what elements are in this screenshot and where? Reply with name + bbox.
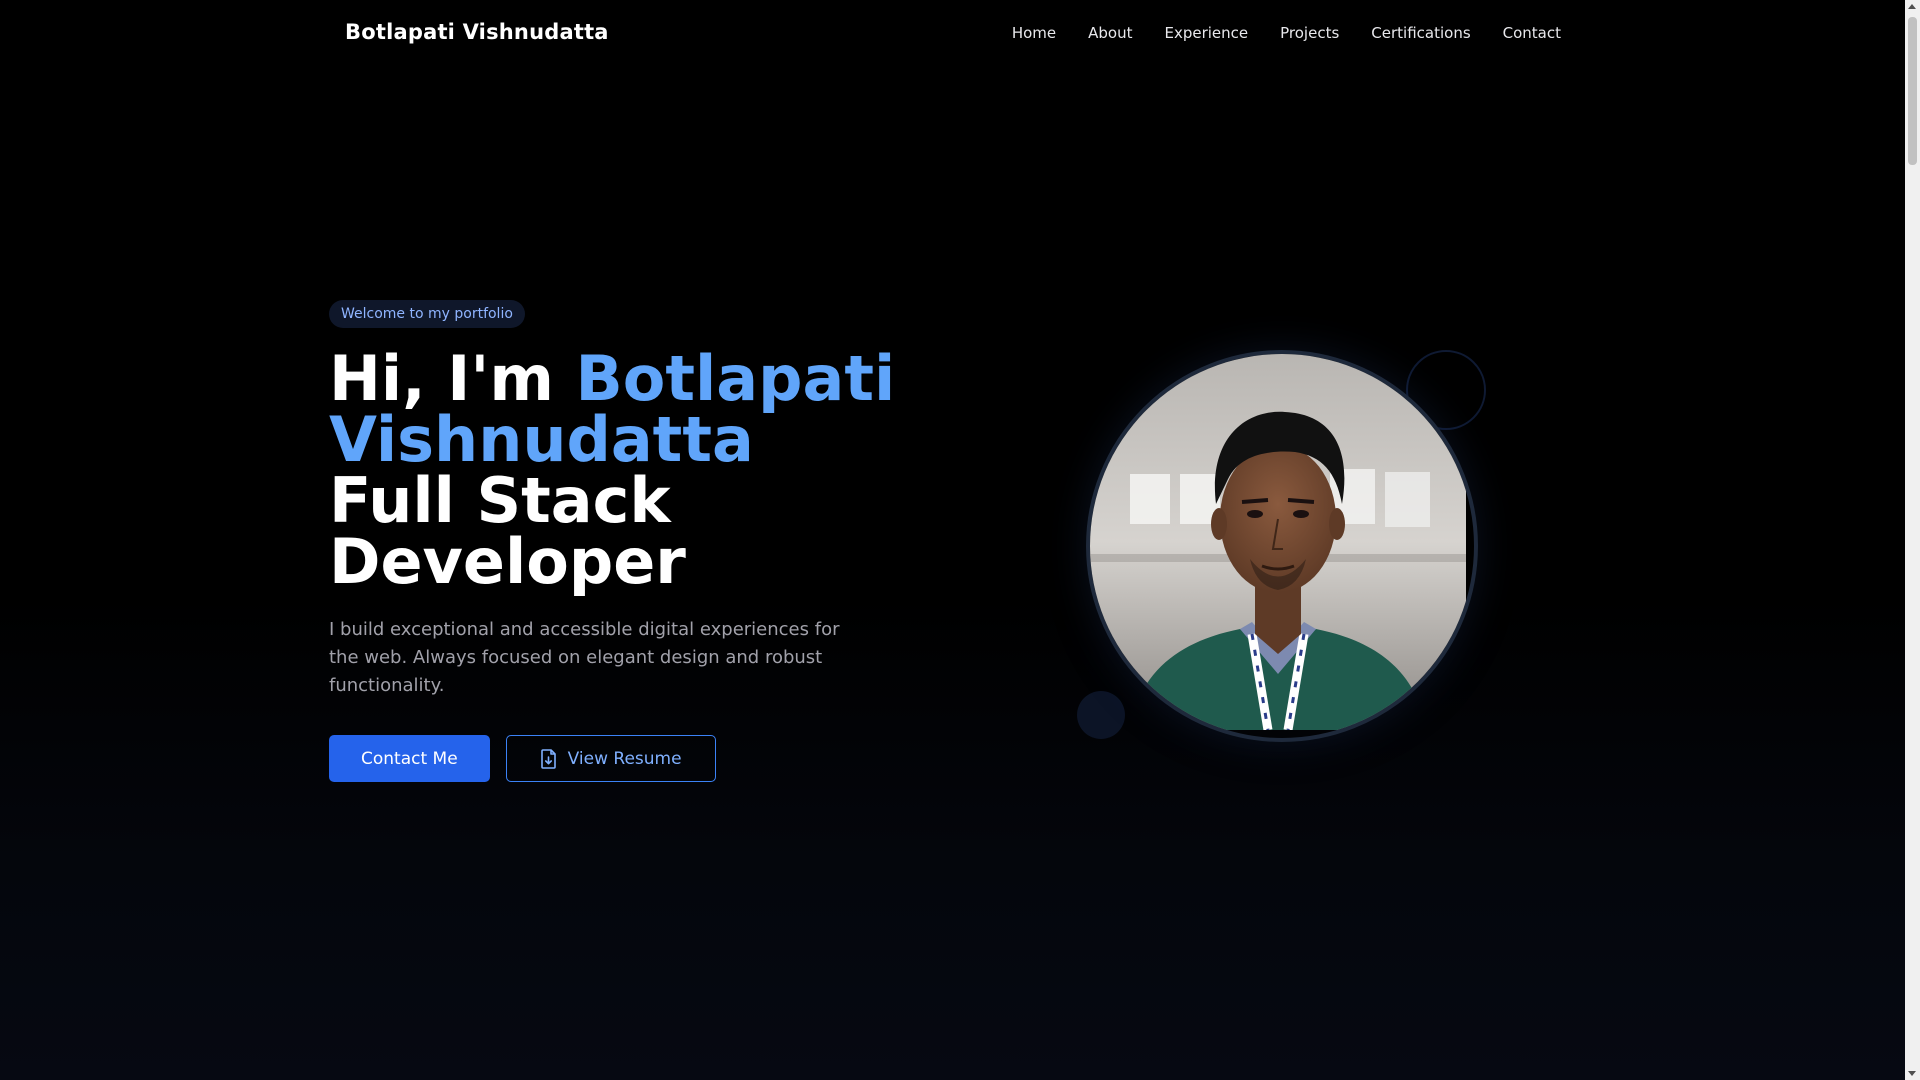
nav-link-projects[interactable]: Projects — [1280, 24, 1339, 42]
nav-link-experience[interactable]: Experience — [1164, 24, 1248, 42]
scroll-thumb[interactable] — [1908, 17, 1917, 165]
hero-intro: Welcome to my portfolio Hi, I'm Botlapat… — [329, 300, 929, 782]
view-resume-button[interactable]: View Resume — [505, 735, 716, 782]
nav-link-certifications[interactable]: Certifications — [1371, 24, 1470, 42]
role-line-2: Developer — [329, 525, 686, 598]
file-download-icon — [540, 748, 558, 769]
hero-description: I build exceptional and accessible digit… — [329, 619, 840, 696]
hero-buttons: Contact Me View Resume — [329, 735, 929, 782]
brand-logo[interactable]: Botlapati Vishnudatta — [345, 20, 609, 44]
page-scrollbar[interactable] — [1905, 0, 1920, 1080]
page: Botlapati Vishnudatta Home About Experie… — [0, 0, 1920, 1080]
navbar: Botlapati Vishnudatta Home About Experie… — [0, 0, 1905, 68]
nav-link-contact[interactable]: Contact — [1503, 24, 1561, 42]
contact-me-button[interactable]: Contact Me — [329, 735, 490, 782]
welcome-badge: Welcome to my portfolio — [329, 300, 525, 328]
profile-photo — [1086, 350, 1478, 742]
contact-me-label: Contact Me — [361, 748, 458, 769]
view-resume-label: View Resume — [567, 748, 682, 769]
scroll-down-icon[interactable] — [1908, 1071, 1916, 1076]
scroll-up-icon[interactable] — [1908, 4, 1916, 9]
hero-headline: Hi, I'm Botlapati Vishnudatta Full Stack… — [329, 348, 929, 593]
nav-link-about[interactable]: About — [1088, 24, 1132, 42]
decorative-dot — [1077, 691, 1125, 739]
nav-links: Home About Experience Projects Certifica… — [1012, 24, 1561, 42]
nav-link-home[interactable]: Home — [1012, 24, 1056, 42]
